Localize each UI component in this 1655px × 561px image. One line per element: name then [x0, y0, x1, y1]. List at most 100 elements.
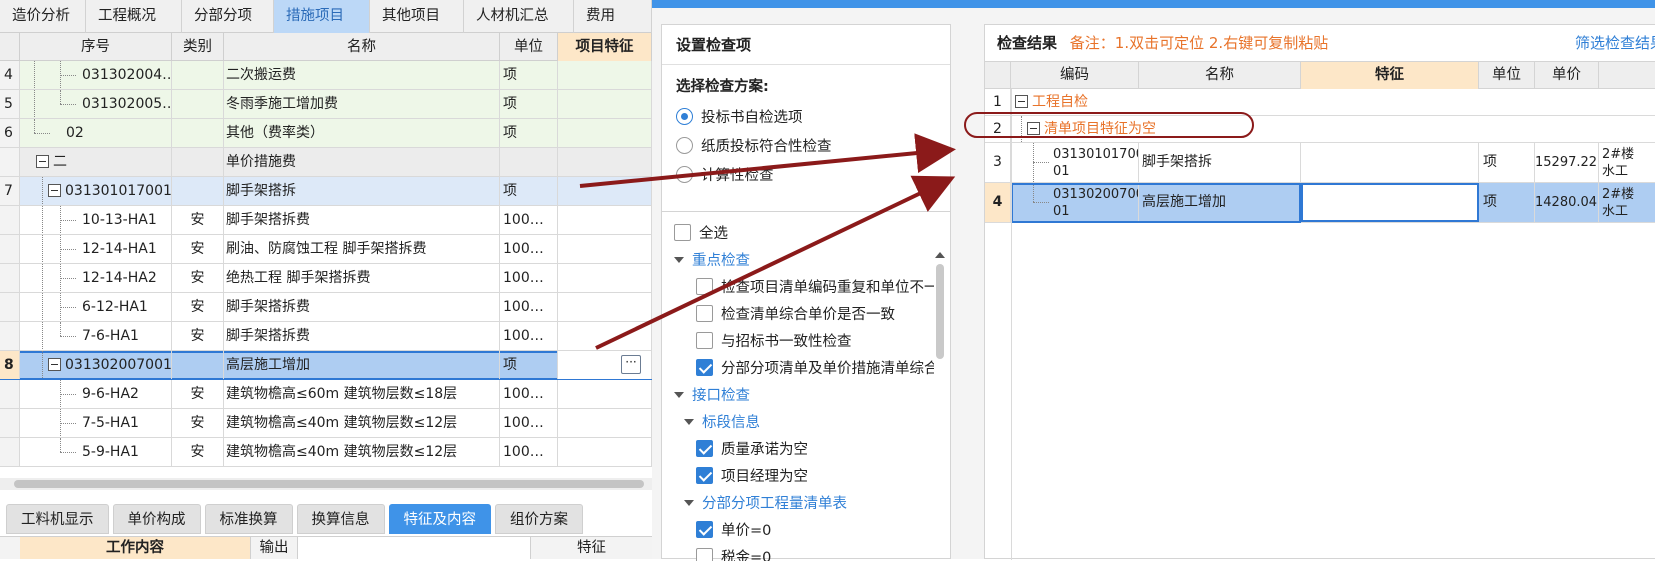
checkbox-icon[interactable] — [696, 548, 713, 561]
checkbox-checked-icon[interactable] — [696, 467, 713, 484]
scrollbar-thumb[interactable] — [14, 480, 644, 488]
check-item[interactable]: 税金=0 — [696, 542, 771, 561]
group-key-check[interactable]: 重点检查 — [674, 245, 750, 274]
option-calc-check[interactable]: 计算性检查 — [676, 160, 936, 189]
tab-fees[interactable]: 费用 — [574, 0, 652, 33]
row-feature[interactable] — [558, 293, 652, 321]
radio-icon[interactable] — [676, 108, 693, 125]
checkbox-checked-icon[interactable] — [696, 521, 713, 538]
row-feature[interactable] — [558, 90, 652, 118]
tab-features-content[interactable]: 特征及内容 — [388, 504, 491, 534]
table-row[interactable]: 9-6-HA2 安 建筑物檐高≤60m 建筑物层数≤18层 100… — [0, 380, 652, 409]
scrollbar-thumb[interactable] — [936, 264, 944, 359]
caret-down-icon[interactable] — [674, 391, 684, 398]
header-name[interactable]: 名称 — [224, 33, 500, 61]
radio-icon[interactable] — [676, 137, 693, 154]
filter-results-link[interactable]: 筛选检查结果 — [1575, 25, 1655, 61]
table-row[interactable]: 4 031302004… 二次搬运费 项 — [0, 61, 652, 90]
more-icon[interactable]: ··· — [621, 355, 641, 374]
check-item[interactable]: 项目经理为空 — [696, 461, 808, 490]
result-row[interactable]: 3 03130101700 01 脚手架搭拆 项 15297.22 2#楼 水工 — [985, 143, 1655, 183]
row-feature[interactable] — [558, 148, 652, 176]
table-row[interactable]: 7 031301017001 脚手架搭拆 项 — [0, 177, 652, 206]
option-paper-check[interactable]: 纸质投标符合性检查 — [676, 131, 936, 160]
tab-measures[interactable]: 措施项目 — [274, 0, 370, 33]
tab-cost-analysis[interactable]: 造价分析 — [0, 0, 86, 33]
header-unit[interactable]: 单位 — [1479, 62, 1535, 89]
checkbox-icon[interactable] — [696, 278, 713, 295]
tab-standard-conversion[interactable]: 标准换算 — [204, 504, 293, 534]
collapse-icon[interactable] — [36, 154, 49, 168]
header-output[interactable]: 输出 — [250, 537, 298, 559]
scroll-up-icon[interactable] — [935, 252, 945, 258]
caret-down-icon[interactable] — [684, 418, 694, 425]
check-item[interactable]: 检查项目清单编码重复和单位不一致 — [696, 272, 934, 301]
check-item[interactable]: 质量承诺为空 — [696, 434, 808, 463]
collapse-icon[interactable] — [1015, 94, 1028, 108]
header-work-content[interactable]: 工作内容 — [20, 537, 250, 559]
tab-sub-items[interactable]: 分部分项 — [182, 0, 274, 33]
option-self-check[interactable]: 投标书自检选项 — [676, 102, 936, 131]
result-feature[interactable] — [1301, 143, 1479, 182]
row-feature[interactable] — [558, 380, 652, 408]
checkbox-checked-icon[interactable] — [696, 359, 713, 376]
table-row[interactable]: 10-13-HA1 安 脚手架搭拆费 100… — [0, 206, 652, 235]
header-code[interactable]: 编码 — [1011, 62, 1139, 89]
table-row[interactable]: 12-14-HA1 安 刷油、防腐蚀工程 脚手架搭拆费 100… — [0, 235, 652, 264]
row-feature[interactable] — [558, 438, 652, 466]
tab-materials[interactable]: 工料机显示 — [6, 504, 109, 534]
tab-price-composition[interactable]: 单价构成 — [112, 504, 201, 534]
tab-conversion-info[interactable]: 换算信息 — [296, 504, 385, 534]
collapse-icon[interactable] — [48, 357, 61, 371]
row-feature[interactable] — [558, 119, 652, 147]
subgroup-bill[interactable]: 分部分项工程量清单表 — [684, 488, 847, 517]
collapse-icon[interactable] — [48, 183, 61, 197]
radio-icon[interactable] — [676, 166, 693, 183]
table-row[interactable]: 7-6-HA1 安 脚手架搭拆费 100… — [0, 322, 652, 351]
tab-pricing-plan[interactable]: 组价方案 — [495, 504, 583, 534]
row-feature[interactable] — [558, 61, 652, 89]
table-row[interactable]: 6 02 其他（费率类） 项 — [0, 119, 652, 148]
row-feature[interactable] — [558, 322, 652, 350]
vertical-scrollbar[interactable] — [934, 252, 946, 552]
row-feature[interactable] — [558, 264, 652, 292]
table-row[interactable]: 5-9-HA1 安 建筑物檐高≤40m 建筑物层数≤12层 100… — [0, 438, 652, 467]
header-type[interactable]: 类别 — [172, 33, 224, 61]
row-feature[interactable] — [558, 235, 652, 263]
caret-down-icon[interactable] — [684, 499, 694, 506]
table-row[interactable]: 7-5-HA1 安 建筑物檐高≤40m 建筑物层数≤12层 100… — [0, 409, 652, 438]
subgroup-tender-info[interactable]: 标段信息 — [684, 407, 760, 436]
table-row[interactable]: 5 031302005… 冬雨季施工增加费 项 — [0, 90, 652, 119]
row-feature[interactable]: ··· — [558, 351, 652, 379]
tab-resource-summary[interactable]: 人材机汇总 — [464, 0, 574, 33]
tab-project-overview[interactable]: 工程概况 — [86, 0, 182, 33]
table-row-selected[interactable]: 8 031302007001 高层施工增加 项 ··· — [0, 351, 652, 380]
group-interface-check[interactable]: 接口检查 — [674, 380, 750, 409]
select-all-checkbox[interactable]: 全选 — [674, 218, 728, 247]
checkbox-icon[interactable] — [696, 305, 713, 322]
result-feature-cell[interactable] — [1301, 183, 1479, 222]
row-feature[interactable] — [558, 409, 652, 437]
header-seq[interactable]: 序号 — [20, 33, 172, 61]
check-item[interactable]: 与招标书一致性检查 — [696, 326, 852, 355]
check-item[interactable]: 检查清单综合单价是否一致 — [696, 299, 895, 328]
table-row[interactable]: 12-14-HA2 安 绝热工程 脚手架搭拆费 100… — [0, 264, 652, 293]
row-feature[interactable] — [558, 206, 652, 234]
checkbox-icon[interactable] — [696, 332, 713, 349]
horizontal-scrollbar[interactable] — [0, 478, 652, 490]
header-price[interactable]: 单价 — [1535, 62, 1599, 89]
header-feature[interactable]: 特征 — [1301, 62, 1479, 89]
header-unit[interactable]: 单位 — [500, 33, 558, 61]
header-feature[interactable]: 项目特征 — [558, 33, 652, 61]
checkbox-icon[interactable] — [674, 224, 691, 241]
row-feature[interactable] — [558, 177, 652, 205]
tab-other-items[interactable]: 其他项目 — [370, 0, 464, 33]
header-bottom-feature[interactable]: 特征 — [530, 537, 652, 559]
caret-down-icon[interactable] — [674, 256, 684, 263]
check-item[interactable]: 分部分项清单及单价措施清单综合单价 — [696, 353, 934, 382]
table-row[interactable]: 6-12-HA1 安 脚手架搭拆费 100… — [0, 293, 652, 322]
check-item[interactable]: 单价=0 — [696, 515, 771, 544]
checkbox-checked-icon[interactable] — [696, 440, 713, 457]
result-row-selected[interactable]: 4 03130200700 01 高层施工增加 项 14280.04 2#楼 水… — [985, 183, 1655, 223]
header-name[interactable]: 名称 — [1139, 62, 1301, 89]
